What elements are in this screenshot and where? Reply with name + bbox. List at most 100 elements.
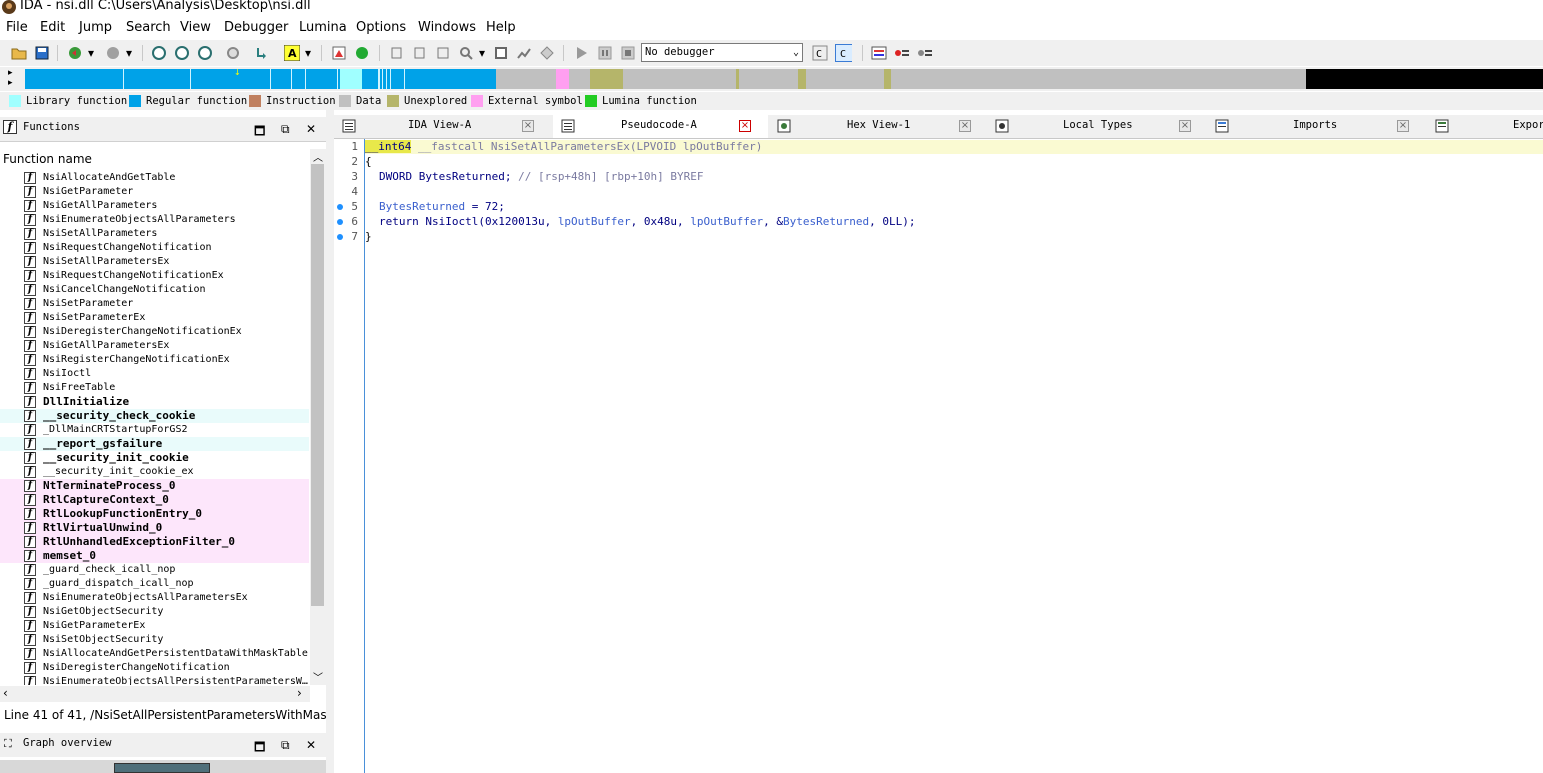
function-list-item[interactable]: f __security_check_cookie [0, 409, 309, 423]
function-list-item[interactable]: f _guard_dispatch_icall_nop [0, 577, 309, 591]
copy-icon[interactable] [388, 44, 405, 61]
menu-jump[interactable]: Jump [79, 20, 112, 35]
window-icon[interactable] [492, 44, 509, 61]
function-list-item[interactable]: f NsiGetAllParameters [0, 199, 309, 213]
navigation-strip[interactable]: ↓ [25, 69, 1543, 89]
back-arrow-icon[interactable] [66, 44, 83, 61]
functions-horizontal-scrollbar[interactable]: ‹ › [0, 686, 310, 702]
diamond-icon[interactable] [538, 44, 555, 61]
trace-list-icon[interactable] [916, 44, 933, 61]
list-icon[interactable] [870, 44, 887, 61]
function-list-item[interactable]: f NsiSetParameterEx [0, 311, 309, 325]
function-list-item[interactable]: f NtTerminateProcess_0 [0, 479, 309, 493]
chart-icon[interactable] [330, 44, 347, 61]
copy-all-icon[interactable] [411, 44, 428, 61]
function-list-item[interactable]: f RtlCaptureContext_0 [0, 493, 309, 507]
scroll-down-icon[interactable]: ﹀ [313, 669, 323, 684]
close-icon[interactable]: ✕ [306, 122, 316, 136]
function-list-item[interactable]: f NsiEnumerateObjectsAllParametersEx [0, 591, 309, 605]
function-list-item[interactable]: f NsiAllocateAndGetPersistentDataWithMask… [0, 647, 309, 661]
scroll-right-icon[interactable]: › [297, 686, 302, 700]
menu-search[interactable]: Search [126, 20, 171, 35]
proximity-view-icon[interactable] [173, 44, 190, 61]
function-list-item[interactable]: f NsiCancelChangeNotification [0, 283, 309, 297]
menu-lumina[interactable]: Lumina [299, 20, 347, 35]
function-list-item[interactable]: f DllInitialize [0, 395, 309, 409]
debugger-select[interactable]: No debugger ⌄ [641, 43, 803, 62]
function-list-item[interactable]: f __security_init_cookie_ex [0, 465, 309, 479]
chart-line-icon[interactable] [515, 44, 532, 61]
close-icon[interactable]: × [522, 120, 534, 132]
tab-ida-view-a[interactable]: IDA View-A × [334, 115, 552, 138]
tab-hex-view-1[interactable]: Hex View-1 × [769, 115, 986, 138]
function-list-item[interactable]: f _guard_check_icall_nop [0, 563, 309, 577]
menu-help[interactable]: Help [486, 20, 516, 35]
function-list-item[interactable]: f NsiDeregisterChangeNotificationEx [0, 325, 309, 339]
breakpoint-dot-icon[interactable] [337, 204, 343, 210]
breakpoint-list-icon[interactable] [893, 44, 910, 61]
graph-view-icon[interactable] [150, 44, 167, 61]
forward-dropdown-icon[interactable]: ▾ [124, 44, 134, 61]
maximize-icon[interactable]: 🗖 [254, 122, 265, 143]
close-icon[interactable]: × [1179, 120, 1191, 132]
function-list-item[interactable]: f NsiSetAllParametersEx [0, 255, 309, 269]
maximize-icon[interactable]: 🗖 [254, 738, 265, 759]
text-color-icon[interactable]: A [283, 44, 300, 61]
layers-icon[interactable] [434, 44, 451, 61]
code-line-1[interactable]: __int64 __fastcall NsiSetAllParametersEx… [365, 140, 762, 153]
forward-arrow-icon[interactable] [104, 44, 121, 61]
step-over-icon[interactable] [252, 44, 269, 61]
scroll-up-icon[interactable]: ︿ [313, 149, 323, 164]
function-list-item[interactable]: f memset_0 [0, 549, 309, 563]
float-icon[interactable]: ⧉ [281, 122, 290, 137]
close-icon[interactable]: × [739, 120, 751, 132]
breakpoint-dot-icon[interactable] [337, 219, 343, 225]
function-list-item[interactable]: f _DllMainCRTStartupForGS2 [0, 423, 309, 437]
save-icon[interactable] [33, 44, 50, 61]
menu-debugger[interactable]: Debugger [224, 20, 288, 35]
menu-view[interactable]: View [180, 20, 211, 35]
search-icon[interactable] [457, 44, 474, 61]
tab-local-types[interactable]: Local Types × [987, 115, 1206, 138]
menu-windows[interactable]: Windows [418, 20, 476, 35]
function-list-item[interactable]: f RtlLookupFunctionEntry_0 [0, 507, 309, 521]
nav-band-arrows[interactable]: ▸ ▸ [8, 68, 13, 88]
function-list-item[interactable]: f NsiSetAllParameters [0, 227, 309, 241]
function-list-item[interactable]: f NsiIoctl [0, 367, 309, 381]
function-list-item[interactable]: f NsiRequestChangeNotification [0, 241, 309, 255]
function-list-item[interactable]: f NsiSetObjectSecurity [0, 633, 309, 647]
scroll-left-icon[interactable]: ‹ [3, 686, 8, 700]
code-line-3[interactable]: DWORD BytesReturned; // [rsp+48h] [rbp+1… [379, 170, 704, 183]
menu-edit[interactable]: Edit [40, 20, 65, 35]
function-list-item[interactable]: f NsiAllocateAndGetTable [0, 171, 309, 185]
function-list-item[interactable]: f NsiRegisterChangeNotificationEx [0, 353, 309, 367]
function-list-item[interactable]: f NsiSetParameter [0, 297, 309, 311]
stop-icon[interactable] [619, 44, 636, 61]
code-line-5[interactable]: BytesReturned = 72; [379, 200, 505, 213]
text-view-icon[interactable] [196, 44, 213, 61]
close-icon[interactable]: × [1397, 120, 1409, 132]
close-icon[interactable]: × [959, 120, 971, 132]
function-name-column-header[interactable]: Function name [0, 149, 310, 169]
function-list-item[interactable]: f NsiGetAllParametersEx [0, 339, 309, 353]
function-list-item[interactable]: f NsiRequestChangeNotificationEx [0, 269, 309, 283]
code-line-7[interactable]: } [365, 230, 372, 243]
tab-pseudocode-a[interactable]: Pseudocode-A × [553, 115, 768, 138]
function-list-item[interactable]: f __report_gsfailure [0, 437, 309, 451]
function-list-item[interactable]: f RtlUnhandledExceptionFilter_0 [0, 535, 309, 549]
pane-splitter[interactable] [326, 110, 334, 773]
tab-exports[interactable]: Expor [1427, 115, 1543, 138]
breakpoint-dot-icon[interactable] [337, 234, 343, 240]
function-list-item[interactable]: f NsiGetObjectSecurity [0, 605, 309, 619]
back-dropdown-icon[interactable]: ▾ [86, 44, 96, 61]
menu-options[interactable]: Options [356, 20, 406, 35]
gear-icon[interactable] [224, 44, 241, 61]
functions-scroll-thumb[interactable] [311, 164, 324, 606]
menu-file[interactable]: File [6, 20, 28, 35]
play-icon[interactable] [572, 44, 589, 61]
pause-icon[interactable] [596, 44, 613, 61]
function-list-item[interactable]: f __security_init_cookie [0, 451, 309, 465]
code-line-2[interactable]: { [365, 155, 372, 168]
decompile-active-icon[interactable]: C [835, 43, 852, 62]
function-list-item[interactable]: f NsiGetParameterEx [0, 619, 309, 633]
